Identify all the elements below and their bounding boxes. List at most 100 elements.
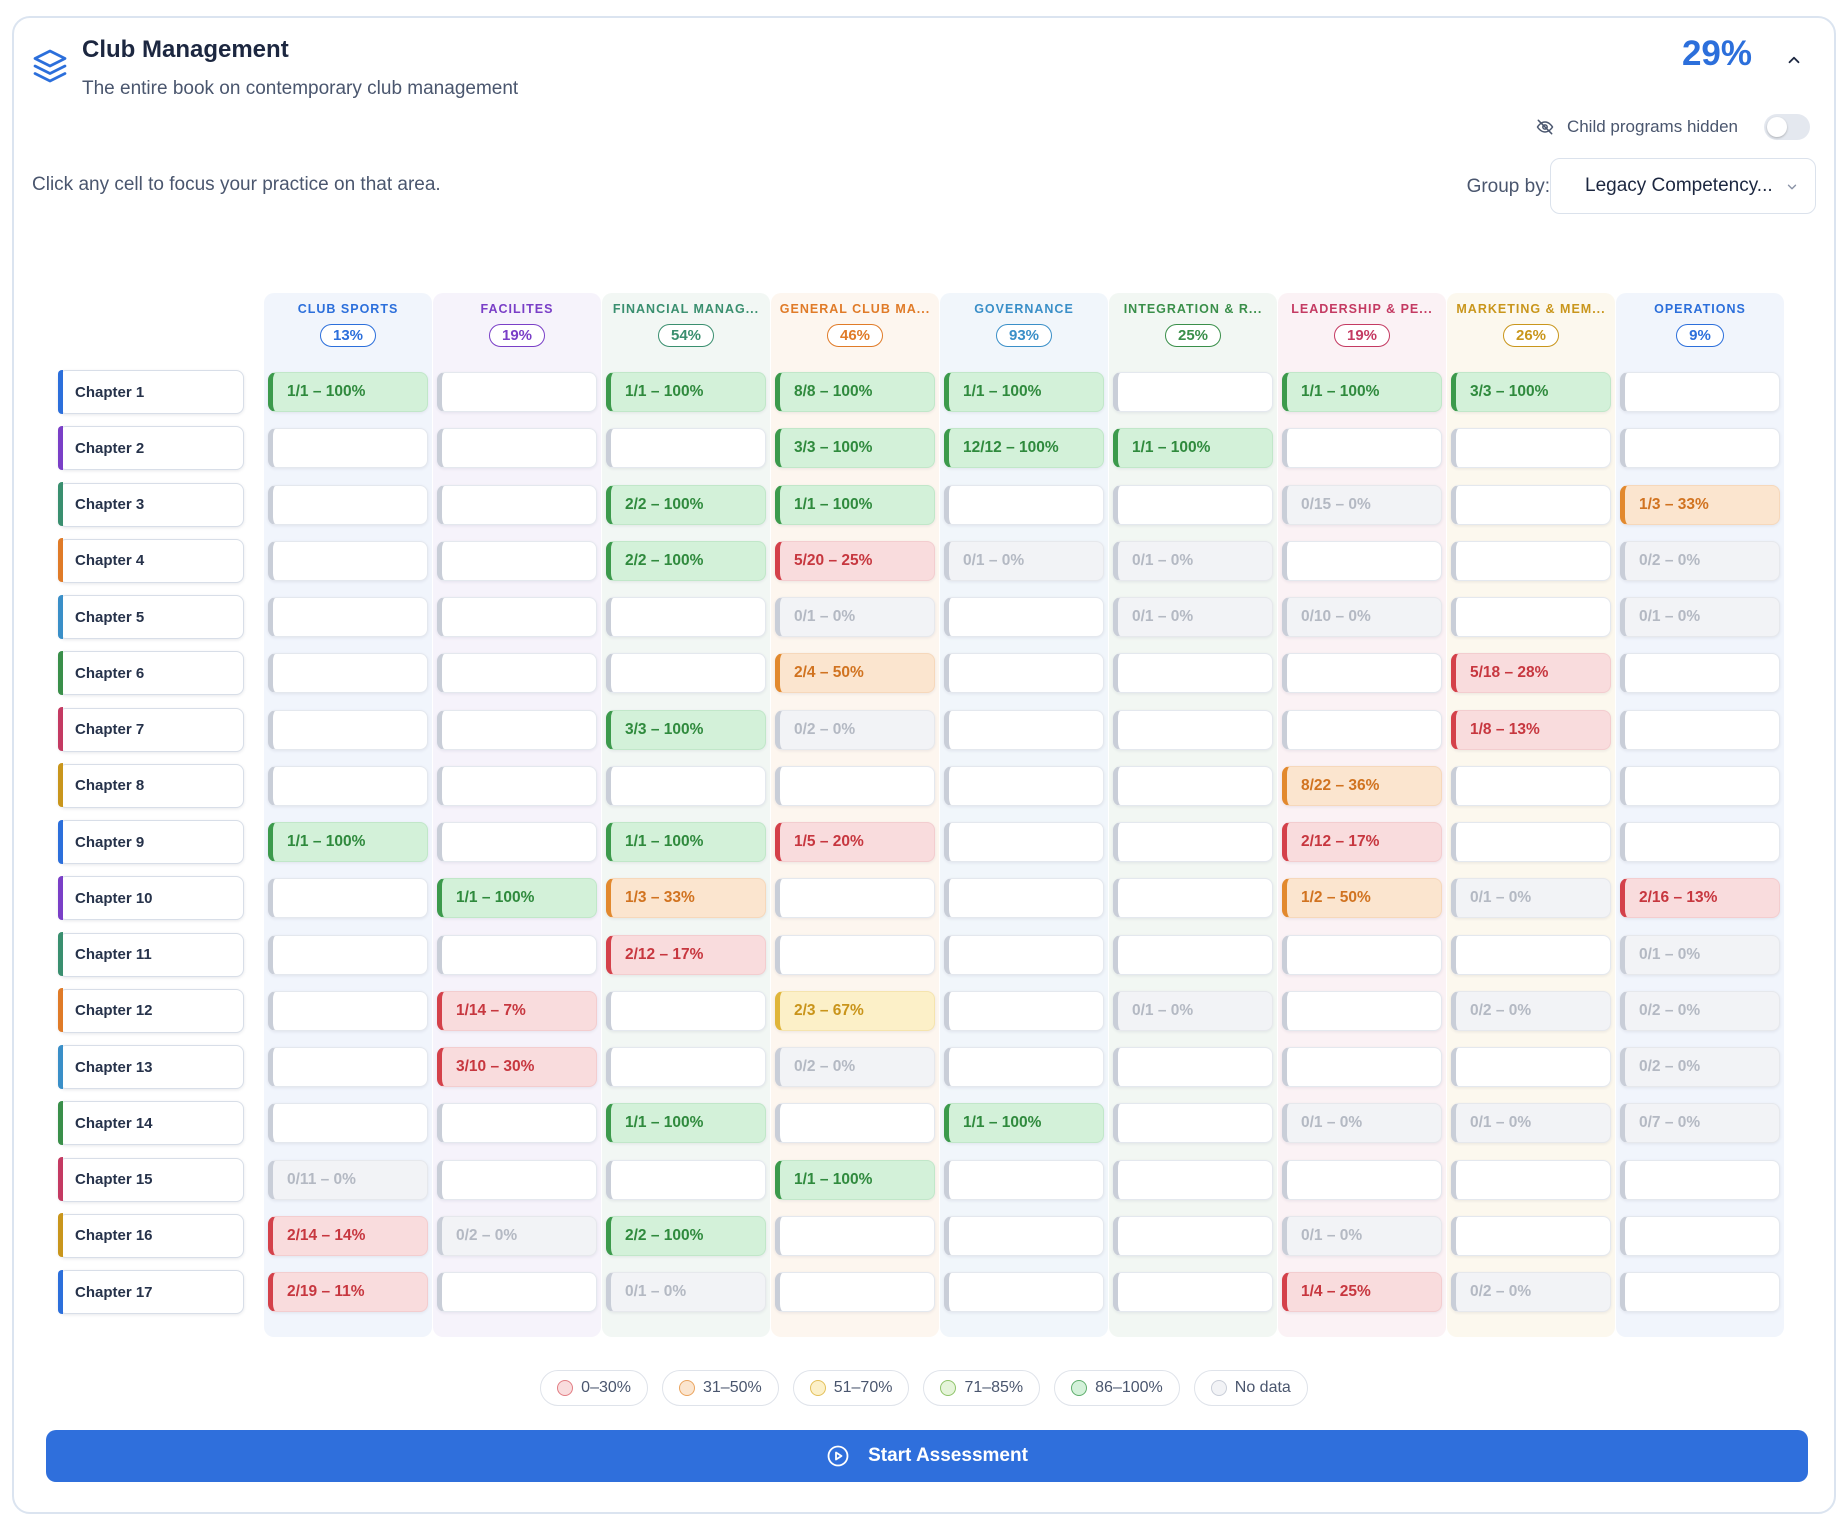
heatmap-cell[interactable]: [1451, 484, 1611, 525]
heatmap-cell[interactable]: [944, 878, 1104, 919]
heatmap-cell[interactable]: 3/10 – 30%: [437, 1047, 597, 1087]
heatmap-cell[interactable]: [1113, 878, 1273, 919]
heatmap-cell[interactable]: 0/2 – 0%: [1620, 990, 1780, 1031]
group-by-select[interactable]: Legacy Competency...: [1550, 158, 1816, 214]
heatmap-cell[interactable]: [1451, 540, 1611, 581]
heatmap-cell[interactable]: 2/2 – 100%: [606, 1215, 766, 1256]
heatmap-cell[interactable]: [268, 709, 428, 750]
heatmap-cell[interactable]: [944, 990, 1104, 1031]
heatmap-cell[interactable]: [1113, 1103, 1273, 1144]
heatmap-cell[interactable]: [1113, 653, 1273, 694]
heatmap-cell[interactable]: 1/4 – 25%: [1282, 1272, 1442, 1312]
heatmap-cell[interactable]: 0/1 – 0%: [944, 540, 1104, 581]
heatmap-cell[interactable]: 1/1 – 100%: [1282, 372, 1442, 412]
heatmap-cell[interactable]: 1/2 – 50%: [1282, 878, 1442, 919]
column-header[interactable]: CLUB SPORTS 13%: [264, 302, 432, 347]
heatmap-cell[interactable]: [1620, 428, 1780, 469]
heatmap-cell[interactable]: 2/2 – 100%: [606, 484, 766, 525]
heatmap-cell[interactable]: 1/1 – 100%: [268, 372, 428, 412]
heatmap-cell[interactable]: [606, 597, 766, 637]
heatmap-cell[interactable]: 0/15 – 0%: [1282, 484, 1442, 525]
heatmap-cell[interactable]: [1451, 597, 1611, 637]
column-header[interactable]: OPERATIONS 9%: [1616, 302, 1784, 347]
heatmap-cell[interactable]: 12/12 – 100%: [944, 428, 1104, 469]
heatmap-cell[interactable]: [775, 765, 935, 806]
heatmap-cell[interactable]: [268, 653, 428, 694]
heatmap-cell[interactable]: [1282, 428, 1442, 469]
heatmap-cell[interactable]: [944, 822, 1104, 862]
heatmap-cell[interactable]: [775, 1272, 935, 1312]
heatmap-cell[interactable]: 0/2 – 0%: [775, 709, 935, 750]
heatmap-cell[interactable]: 0/1 – 0%: [1451, 878, 1611, 919]
heatmap-cell[interactable]: 8/22 – 36%: [1282, 765, 1442, 806]
column-header[interactable]: INTEGRATION & R... 25%: [1109, 302, 1277, 347]
heatmap-cell[interactable]: [1282, 1047, 1442, 1087]
row-label[interactable]: Chapter 12: [57, 988, 244, 1033]
heatmap-cell[interactable]: [606, 653, 766, 694]
column-header[interactable]: LEADERSHIP & PE... 19%: [1278, 302, 1446, 347]
heatmap-cell[interactable]: [1282, 1159, 1442, 1200]
heatmap-cell[interactable]: [1620, 1272, 1780, 1312]
heatmap-cell[interactable]: [437, 428, 597, 469]
start-assessment-button[interactable]: Start Assessment: [46, 1430, 1808, 1482]
heatmap-cell[interactable]: [606, 1047, 766, 1087]
heatmap-cell[interactable]: 0/2 – 0%: [1620, 540, 1780, 581]
heatmap-cell[interactable]: 2/3 – 67%: [775, 990, 935, 1031]
heatmap-cell[interactable]: [268, 1047, 428, 1087]
heatmap-cell[interactable]: [1113, 765, 1273, 806]
heatmap-cell[interactable]: [944, 597, 1104, 637]
heatmap-cell[interactable]: [268, 484, 428, 525]
heatmap-cell[interactable]: 1/1 – 100%: [775, 1159, 935, 1200]
heatmap-cell[interactable]: 1/5 – 20%: [775, 822, 935, 862]
heatmap-cell[interactable]: [944, 1272, 1104, 1312]
row-label[interactable]: Chapter 8: [57, 763, 244, 808]
heatmap-cell[interactable]: 0/1 – 0%: [1113, 597, 1273, 637]
heatmap-cell[interactable]: [1451, 934, 1611, 975]
heatmap-cell[interactable]: 1/1 – 100%: [437, 878, 597, 919]
heatmap-cell[interactable]: [1620, 1159, 1780, 1200]
heatmap-cell[interactable]: 1/1 – 100%: [268, 822, 428, 862]
heatmap-cell[interactable]: [1282, 709, 1442, 750]
row-label[interactable]: Chapter 16: [57, 1213, 244, 1258]
heatmap-cell[interactable]: [944, 1047, 1104, 1087]
heatmap-cell[interactable]: [1620, 372, 1780, 412]
heatmap-cell[interactable]: [775, 1103, 935, 1144]
column-header[interactable]: MARKETING & MEM... 26%: [1447, 302, 1615, 347]
heatmap-cell[interactable]: 0/2 – 0%: [1620, 1047, 1780, 1087]
heatmap-cell[interactable]: [1113, 372, 1273, 412]
heatmap-cell[interactable]: 8/8 – 100%: [775, 372, 935, 412]
heatmap-cell[interactable]: 0/10 – 0%: [1282, 597, 1442, 637]
heatmap-cell[interactable]: [437, 822, 597, 862]
heatmap-cell[interactable]: [1113, 1215, 1273, 1256]
heatmap-cell[interactable]: [606, 428, 766, 469]
heatmap-cell[interactable]: 2/16 – 13%: [1620, 878, 1780, 919]
row-label[interactable]: Chapter 10: [57, 875, 244, 921]
heatmap-cell[interactable]: [437, 653, 597, 694]
heatmap-cell[interactable]: 3/3 – 100%: [775, 428, 935, 469]
heatmap-cell[interactable]: 0/1 – 0%: [1282, 1103, 1442, 1144]
heatmap-cell[interactable]: 0/1 – 0%: [1113, 540, 1273, 581]
column-header[interactable]: GOVERNANCE 93%: [940, 302, 1108, 347]
heatmap-cell[interactable]: [437, 540, 597, 581]
row-label[interactable]: Chapter 15: [57, 1157, 244, 1202]
heatmap-cell[interactable]: [268, 597, 428, 637]
row-label[interactable]: Chapter 7: [57, 707, 244, 752]
heatmap-cell[interactable]: 0/2 – 0%: [1451, 990, 1611, 1031]
row-label[interactable]: Chapter 17: [57, 1269, 244, 1314]
heatmap-cell[interactable]: 1/14 – 7%: [437, 990, 597, 1031]
column-header[interactable]: FACILITES 19%: [433, 302, 601, 347]
heatmap-cell[interactable]: 0/7 – 0%: [1620, 1103, 1780, 1144]
heatmap-cell[interactable]: [437, 484, 597, 525]
heatmap-cell[interactable]: 1/1 – 100%: [944, 1103, 1104, 1144]
heatmap-cell[interactable]: 3/3 – 100%: [606, 709, 766, 750]
heatmap-cell[interactable]: 5/18 – 28%: [1451, 653, 1611, 694]
heatmap-cell[interactable]: [268, 990, 428, 1031]
heatmap-cell[interactable]: [606, 1159, 766, 1200]
heatmap-cell[interactable]: 2/19 – 11%: [268, 1272, 428, 1312]
heatmap-cell[interactable]: [775, 878, 935, 919]
heatmap-cell[interactable]: [268, 765, 428, 806]
heatmap-cell[interactable]: [775, 1215, 935, 1256]
heatmap-cell[interactable]: [1620, 653, 1780, 694]
heatmap-cell[interactable]: [1113, 1047, 1273, 1087]
heatmap-cell[interactable]: [268, 934, 428, 975]
